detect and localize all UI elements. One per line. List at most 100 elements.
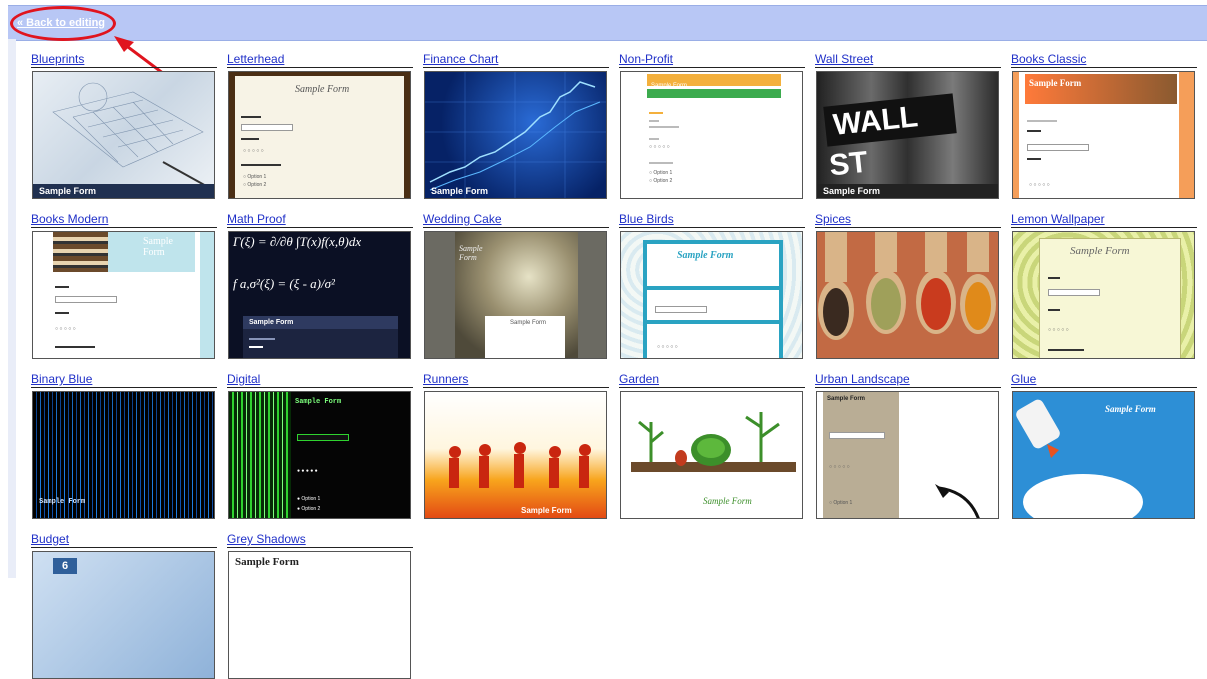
theme-tile-non-profit[interactable]: Non-Profit Sample Form ○ ○ ○ ○ ○ ○ Optio… [619, 52, 805, 199]
wall-street-sign: WALL ST [823, 93, 957, 182]
divider [31, 387, 217, 388]
sample-form-heading: Sample Form [243, 316, 398, 329]
sample-form-heading: Sample Form [1070, 245, 1130, 257]
theme-thumbnail[interactable]: Sample Form ○ ○ ○ ○ ○ ○ Option 1 ○ Optio… [620, 71, 803, 199]
theme-thumbnail[interactable]: Sample Form [424, 391, 607, 519]
theme-tile-blue-birds[interactable]: Blue Birds Sample Form ○ ○ ○ ○ ○ [619, 212, 805, 359]
theme-title[interactable]: Blueprints [31, 52, 217, 67]
theme-title[interactable]: Wedding Cake [423, 212, 609, 227]
theme-thumbnail[interactable]: Sample Form [228, 551, 411, 679]
sample-form-heading: Sample Form [1105, 404, 1156, 414]
orange-banner: Sample Form [647, 74, 781, 89]
theme-tile-grey-shadows[interactable]: Grey Shadows Sample Form [227, 532, 413, 679]
divider [619, 387, 805, 388]
theme-title[interactable]: Finance Chart [423, 52, 609, 67]
divider [31, 227, 217, 228]
theme-title[interactable]: Wall Street [815, 52, 1001, 67]
sample-form-heading: Sample Form [39, 498, 86, 506]
theme-tile-math-proof[interactable]: Math Proof Γ(ξ) = ∂/∂θ ∫T(x)f(x,θ)dx f a… [227, 212, 413, 359]
theme-tile-urban-landscape[interactable]: Urban Landscape Sample Form ○ ○ ○ ○ ○ ○ … [815, 372, 1001, 519]
theme-tile-wedding-cake[interactable]: Wedding Cake Sample Form Sample Form [423, 212, 609, 359]
theme-tile-garden[interactable]: Garden Sample Form [619, 372, 805, 519]
wall-street-sign-text: WALL ST [827, 100, 919, 183]
theme-tile-lemon-wallpaper[interactable]: Lemon Wallpaper Sample Form ○ ○ ○ ○ ○ [1011, 212, 1197, 359]
theme-tile-letterhead[interactable]: Letterhead Sample Form ○ ○ ○ ○ ○ ○ Optio… [227, 52, 413, 199]
theme-title[interactable]: Urban Landscape [815, 372, 1001, 387]
theme-thumbnail[interactable]: Sample Form ○ ○ ○ ○ ○ [1012, 231, 1195, 359]
theme-thumbnail[interactable]: Sample Form ○ ○ ○ ○ ○ [1012, 71, 1195, 199]
sample-form-heading: Sample Form [1029, 78, 1082, 88]
theme-thumbnail[interactable]: Sample Form ○ ○ ○ ○ ○ ○ Option 1 [816, 391, 999, 519]
theme-title[interactable]: Runners [423, 372, 609, 387]
glue-bottle [1016, 399, 1143, 518]
divider [1011, 67, 1197, 68]
theme-tile-spices[interactable]: Spices [815, 212, 1001, 359]
theme-title[interactable]: Spices [815, 212, 1001, 227]
sample-form-caption: Sample Form [431, 186, 489, 196]
theme-tile-binary-blue[interactable]: Binary Blue Sample Form [31, 372, 217, 519]
sample-form-label: Sample Form [510, 320, 547, 326]
divider [31, 547, 217, 548]
sample-form-caption: Sample Form [817, 184, 998, 198]
form-panel: Sample Form [485, 316, 565, 358]
sample-form-heading: Sample Form [295, 398, 342, 406]
book-stack [53, 232, 108, 272]
theme-title[interactable]: Garden [619, 372, 805, 387]
theme-thumbnail[interactable]: Sample Form ○ ○ ○ ○ ○ [620, 231, 803, 359]
theme-tile-budget[interactable]: Budget 6 [31, 532, 217, 679]
divider [815, 67, 1001, 68]
theme-title[interactable]: Books Classic [1011, 52, 1197, 67]
theme-thumbnail[interactable]: Γ(ξ) = ∂/∂θ ∫T(x)f(x,θ)dx f a,σ²(ξ) = (ξ… [228, 231, 411, 359]
theme-title[interactable]: Budget [31, 532, 217, 547]
theme-thumbnail[interactable]: Sample Form ○ ○ ○ ○ ○ ○ Option 1 ○ Optio… [228, 71, 411, 199]
theme-thumbnail[interactable]: Sample Form [32, 71, 215, 199]
theme-title[interactable]: Books Modern [31, 212, 217, 227]
sample-form-heading: Sample Form [459, 244, 483, 262]
theme-title[interactable]: Grey Shadows [227, 532, 413, 547]
books-banner: Sample Form [1025, 74, 1177, 104]
theme-tile-blueprints[interactable]: Blueprints Sample Form [31, 52, 217, 199]
theme-tile-wall-street[interactable]: Wall Street WALL ST Sample Form [815, 52, 1001, 199]
form-panel: Sample Form ○ ○ ○ ○ ○ [643, 240, 783, 358]
sample-form-heading: Sample Form [677, 250, 734, 261]
sample-form-heading: Sample Form [235, 556, 299, 568]
theme-thumbnail[interactable]: Sample Form [32, 391, 215, 519]
theme-tile-books-classic[interactable]: Books Classic Sample Form ○ ○ ○ ○ ○ [1011, 52, 1197, 199]
theme-title[interactable]: Non-Profit [619, 52, 805, 67]
divider [227, 387, 413, 388]
divider [815, 387, 1001, 388]
divider [227, 227, 413, 228]
theme-thumbnail[interactable]: Sample Form Sample Form [424, 231, 607, 359]
gallery-left-gutter [8, 39, 16, 578]
theme-tile-runners[interactable]: Runners Sample Form [423, 372, 609, 519]
theme-thumbnail[interactable]: WALL ST Sample Form [816, 71, 999, 199]
theme-title[interactable]: Letterhead [227, 52, 413, 67]
street-lamp [935, 484, 980, 518]
theme-title[interactable]: Blue Birds [619, 212, 805, 227]
theme-thumbnail[interactable]: Sample Form ○ ○ ○ ○ ○ [32, 231, 215, 359]
theme-thumbnail[interactable]: Sample Form [424, 71, 607, 199]
theme-title[interactable]: Binary Blue [31, 372, 217, 387]
divider [227, 67, 413, 68]
theme-title[interactable]: Glue [1011, 372, 1197, 387]
wedding-photo: Sample Form Sample Form [455, 232, 578, 358]
sample-form-heading: Sample Form [703, 496, 752, 506]
theme-tile-finance-chart[interactable]: Finance Chart Sample Form [423, 52, 609, 199]
theme-tile-books-modern[interactable]: Books Modern Sample Form ○ ○ ○ ○ ○ [31, 212, 217, 359]
theme-thumbnail[interactable]: Sample Form [620, 391, 803, 519]
theme-tile-digital[interactable]: Digital Sample Form ● ● ● ● ● ● Option 1… [227, 372, 413, 519]
form-panel: Sample Form ○ ○ ○ ○ ○ ○ Option 1 [823, 392, 899, 518]
form-panel: Sample Form [243, 316, 398, 358]
theme-tile-glue[interactable]: Glue Sample Form [1011, 372, 1197, 519]
theme-title[interactable]: Math Proof [227, 212, 413, 227]
green-banner [647, 89, 781, 98]
theme-thumbnail[interactable] [816, 231, 999, 359]
theme-title[interactable]: Lemon Wallpaper [1011, 212, 1197, 227]
divider [1011, 387, 1197, 388]
theme-thumbnail[interactable]: Sample Form [1012, 391, 1195, 519]
theme-title[interactable]: Digital [227, 372, 413, 387]
theme-thumbnail[interactable]: Sample Form ● ● ● ● ● ● Option 1 ● Optio… [228, 391, 411, 519]
math-formula: f a,σ²(ξ) = (ξ - a)/σ² [233, 276, 335, 291]
theme-thumbnail[interactable]: 6 [32, 551, 215, 679]
form-panel: Sample Form ○ ○ ○ ○ ○ [1039, 238, 1181, 358]
